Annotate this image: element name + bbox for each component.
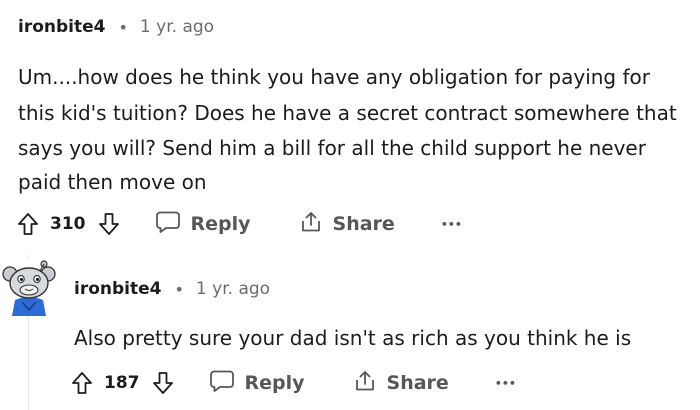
comment-1-line-1: Um....how does he think you have any obl… xyxy=(18,65,650,89)
reply-label: Reply xyxy=(244,372,305,394)
comment-1-reply-button[interactable]: Reply xyxy=(155,210,251,239)
share-label: Share xyxy=(386,372,449,394)
comment-1-line-2: this kid's tuition? Does he have a secre… xyxy=(18,101,677,125)
comment-bubble-icon xyxy=(209,369,235,398)
snoo-avatar[interactable] xyxy=(0,258,58,316)
comment-2-share-button[interactable]: Share xyxy=(353,369,449,398)
comment-1-score: 310 xyxy=(50,214,86,234)
comment-2-separator: • xyxy=(174,279,184,299)
comment-1-meta: ironbite4 • 1 yr. ago xyxy=(18,17,214,37)
comment-1-timestamp[interactable]: 1 yr. ago xyxy=(140,17,214,37)
comment-1-line-3: says you will? Send him a bill for all t… xyxy=(18,136,646,160)
share-label: Share xyxy=(332,213,395,235)
comment-1-more-button[interactable]: ••• xyxy=(441,218,462,231)
comment-2-action-bar: 187 Reply Share ••• xyxy=(70,367,516,399)
comment-2-score: 187 xyxy=(104,373,140,393)
comment-1-username[interactable]: ironbite4 xyxy=(18,17,105,37)
share-icon xyxy=(299,210,323,239)
comment-1-share-button[interactable]: Share xyxy=(299,210,395,239)
upvote-icon[interactable] xyxy=(16,211,40,237)
comment-2-username[interactable]: ironbite4 xyxy=(74,279,161,299)
comment-1-line-4: paid then move on xyxy=(18,170,207,194)
comment-1-separator: • xyxy=(118,17,128,37)
comment-2-line-1: Also pretty sure your dad isn't as rich … xyxy=(74,326,632,350)
comment-2-timestamp[interactable]: 1 yr. ago xyxy=(196,279,270,299)
share-icon xyxy=(353,369,377,398)
comment-1-action-bar: 310 Reply Share ••• xyxy=(16,208,462,240)
downvote-icon[interactable] xyxy=(97,211,121,237)
comment-bubble-icon xyxy=(155,210,181,239)
upvote-icon[interactable] xyxy=(70,370,94,396)
comment-2-reply-button[interactable]: Reply xyxy=(209,369,305,398)
reply-label: Reply xyxy=(190,213,251,235)
comment-2-meta: ironbite4 • 1 yr. ago xyxy=(74,279,270,299)
downvote-icon[interactable] xyxy=(151,370,175,396)
comment-2-more-button[interactable]: ••• xyxy=(495,377,516,390)
